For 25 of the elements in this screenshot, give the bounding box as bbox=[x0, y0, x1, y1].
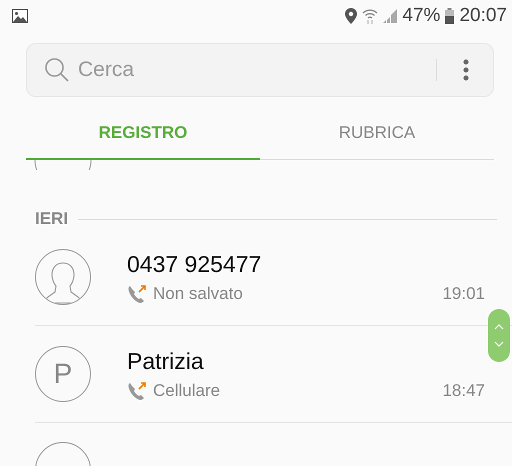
more-options-icon[interactable] bbox=[463, 59, 469, 81]
call-detail: Non salvato bbox=[153, 284, 244, 304]
outgoing-call-icon bbox=[127, 284, 147, 304]
avatar-icon bbox=[34, 160, 92, 170]
person-silhouette-icon bbox=[45, 262, 81, 304]
search-icon bbox=[44, 57, 70, 83]
call-time: 18:47 bbox=[442, 380, 485, 400]
search-bar[interactable]: Cerca bbox=[26, 43, 494, 97]
search-field[interactable]: Cerca bbox=[76, 57, 430, 83]
signal-icon bbox=[383, 9, 398, 23]
contact-avatar: P bbox=[35, 346, 91, 402]
contact-name: 0437 925477 bbox=[127, 250, 262, 278]
location-icon bbox=[345, 8, 358, 24]
call-detail: Cellulare bbox=[153, 380, 222, 400]
battery-icon bbox=[445, 8, 454, 24]
gallery-icon bbox=[12, 9, 28, 23]
call-log-item[interactable]: 0437 925477 Non salvato 19:01 bbox=[35, 229, 512, 325]
outgoing-call-icon bbox=[127, 380, 147, 400]
wifi-icon bbox=[362, 8, 378, 24]
section-header: IERI bbox=[35, 209, 68, 229]
clock-time: 20:07 bbox=[459, 5, 507, 27]
call-time: 19:01 bbox=[442, 284, 485, 304]
contact-name: Patrizia bbox=[127, 348, 205, 374]
scroll-handle[interactable] bbox=[488, 309, 510, 362]
battery-percent: 47% bbox=[402, 5, 440, 27]
